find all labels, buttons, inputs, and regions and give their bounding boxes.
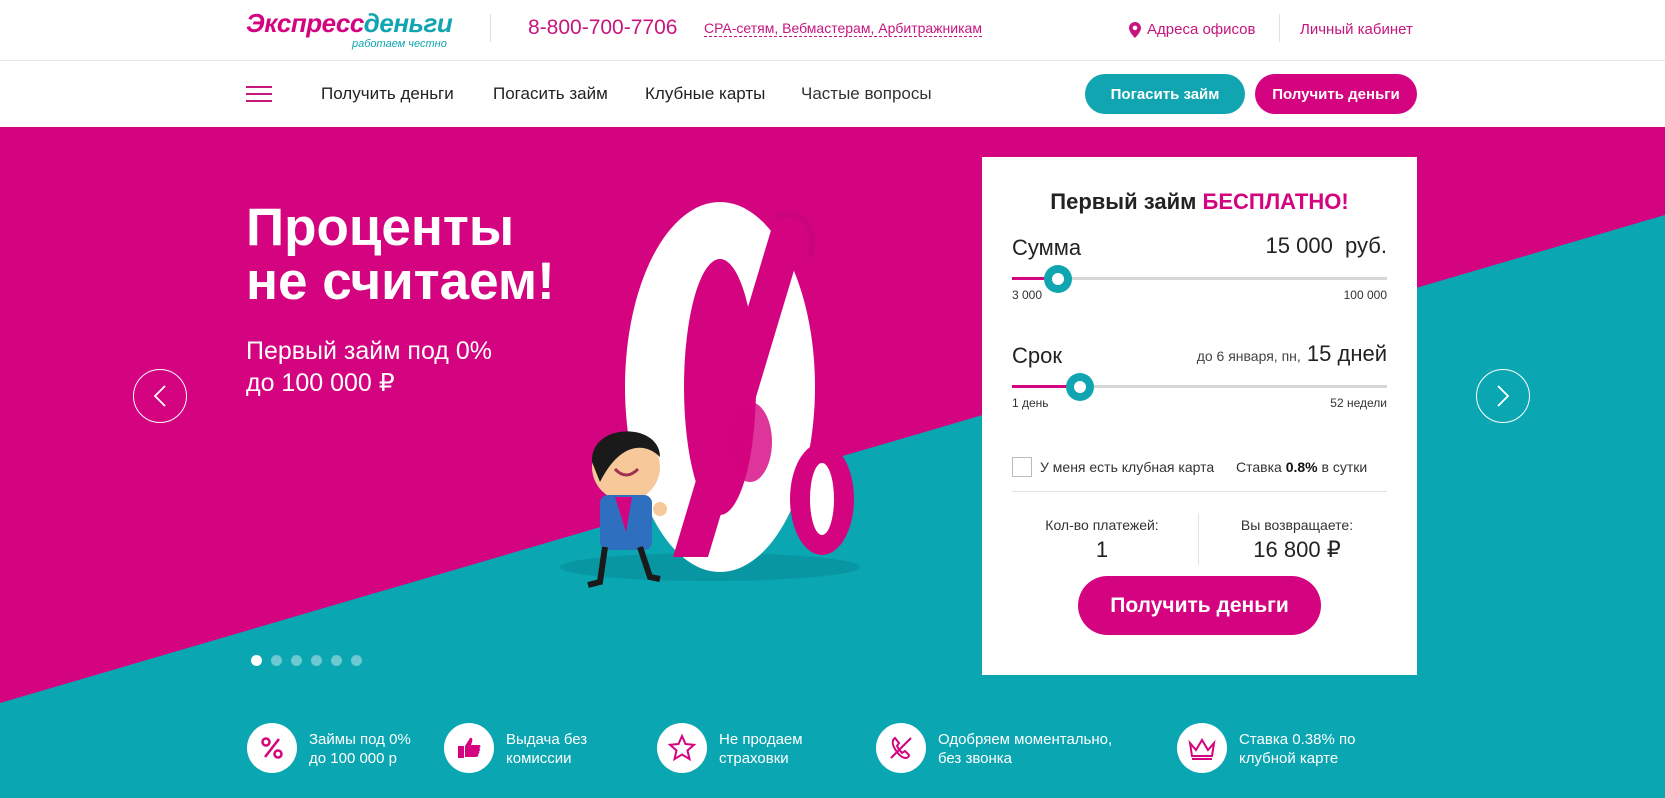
partners-link[interactable]: CPA-сетям, Вебмастерам, Арбитражникам (704, 20, 982, 37)
logo-part1: Экспресс (246, 8, 364, 38)
return-caption: Вы возвращаете: (1240, 517, 1354, 533)
calculator-divider (1012, 491, 1387, 492)
logo-part2: деньги (363, 8, 453, 38)
feature-text: Займы под 0% до 100 000 р (309, 731, 411, 767)
star-icon (657, 723, 707, 773)
term-label: Срок (1012, 343, 1062, 368)
amount-value: 15 000 (1265, 233, 1333, 258)
feature-text: Не продаем страховки (719, 731, 803, 767)
term-slider-handle[interactable] (1065, 373, 1094, 401)
phone-crossed-icon (876, 723, 926, 773)
divider (1279, 14, 1280, 42)
hero-sub-line1: Первый займ под 0% (246, 337, 492, 365)
hero-subheadline: Первый займ под 0% до 100 000 ₽ (246, 335, 492, 399)
feature-item: Не продаем страховки (657, 723, 803, 773)
personal-cabinet-link[interactable]: Личный кабинет (1300, 21, 1413, 38)
nav-item-repay[interactable]: Погасить займ (493, 84, 608, 104)
amount-slider-handle[interactable] (1044, 265, 1073, 293)
feature-item: Выдача без комиссии (444, 723, 587, 773)
amount-unit: руб. (1345, 233, 1387, 258)
loan-calculator: Первый займ БЕСПЛАТНО! Сумма 15 000 руб.… (982, 157, 1417, 675)
daily-rate-text: Ставка 0.8% в сутки (1236, 459, 1367, 475)
calculator-title-highlight: БЕСПЛАТНО! (1202, 189, 1349, 214)
return-value: 16 800 ₽ (1253, 537, 1341, 562)
chevron-left-icon (153, 385, 166, 407)
feature-text: Выдача без комиссии (506, 731, 588, 767)
divider (490, 14, 491, 42)
slider-dot[interactable] (271, 655, 282, 666)
term-slider[interactable] (1012, 373, 1387, 401)
rate-prefix: Ставка (1236, 459, 1286, 475)
map-pin-icon (1129, 21, 1141, 38)
hero-headline: Проценты не считаем! (246, 201, 555, 309)
crown-icon (1177, 723, 1227, 773)
rate-value: 0.8% (1285, 459, 1318, 475)
chevron-right-icon (1497, 385, 1510, 407)
calculator-title-main: Первый займ (1050, 189, 1203, 214)
phone-number[interactable]: 8-800-700-7706 (528, 16, 677, 40)
get-money-button[interactable]: Получить деньги (1255, 74, 1417, 114)
payments-count: Кол-во платежей: 1 (1012, 517, 1192, 563)
term-due-date: до 6 января, пн, (1196, 348, 1301, 364)
slider-dot[interactable] (351, 655, 362, 666)
feature-text: Ставка 0.38% по клубной карте (1239, 731, 1356, 767)
amount-slider[interactable] (1012, 265, 1387, 293)
club-card-checkbox[interactable] (1012, 457, 1032, 477)
next-slide-button[interactable] (1476, 369, 1530, 423)
hero-headline-line2: не считаем! (246, 252, 555, 311)
hero-banner: Проценты не считаем! Первый займ под 0% … (0, 127, 1665, 798)
main-nav: Получить деньги Погасить займ Клубные ка… (0, 61, 1665, 127)
zero-percent-illustration (560, 202, 860, 588)
logo[interactable]: Экспрессденьги работаем честно (246, 8, 456, 54)
prev-slide-button[interactable] (133, 369, 187, 423)
nav-item-club-cards[interactable]: Клубные карты (645, 84, 765, 104)
calculator-get-money-button[interactable]: Получить деньги (1078, 576, 1321, 635)
feature-text: Одобряем моментально, без звонка (938, 731, 1113, 767)
nav-item-faq[interactable]: Частые вопросы (801, 84, 932, 104)
slider-dot[interactable] (331, 655, 342, 666)
feature-item: Ставка 0.38% по клубной карте (1177, 723, 1355, 773)
club-card-label[interactable]: У меня есть клубная карта (1040, 459, 1214, 475)
term-min-label: 1 день (1012, 396, 1049, 410)
repay-loan-button[interactable]: Погасить займ (1085, 74, 1245, 114)
term-max-label: 52 недели (1330, 396, 1387, 410)
top-bar: Экспрессденьги работаем честно 8-800-700… (0, 0, 1665, 61)
return-amount: Вы возвращаете: 16 800 ₽ (1207, 517, 1387, 563)
percent-icon (247, 723, 297, 773)
slider-dot[interactable] (251, 655, 262, 666)
thumbs-up-icon (444, 723, 494, 773)
calculator-title: Первый займ БЕСПЛАТНО! (982, 189, 1417, 215)
slider-pagination (251, 655, 362, 666)
summary-divider (1198, 513, 1199, 565)
hamburger-menu-icon[interactable] (246, 86, 272, 103)
slider-dot[interactable] (311, 655, 322, 666)
hero-sub-line2: до 100 000 ₽ (246, 369, 395, 397)
term-value: 15 дней (1306, 341, 1387, 366)
offices-link[interactable]: Адреса офисов (1129, 21, 1256, 38)
hero-headline-line1: Проценты (246, 198, 515, 257)
offices-label: Адреса офисов (1147, 21, 1256, 38)
amount-value-display: 15 000 руб. (1266, 233, 1387, 259)
payments-value: 1 (1095, 537, 1109, 562)
nav-item-get-money[interactable]: Получить деньги (321, 84, 454, 104)
rate-suffix: в сутки (1317, 459, 1368, 475)
term-value-display: до 6 января, пн, 15 дней (1197, 341, 1387, 367)
feature-item: Одобряем моментально, без звонка (876, 723, 1112, 773)
logo-tagline: работаем честно (352, 38, 447, 50)
amount-label: Сумма (1012, 235, 1082, 260)
slider-dot[interactable] (291, 655, 302, 666)
feature-item: Займы под 0% до 100 000 р (247, 723, 411, 773)
amount-max-label: 100 000 (1343, 288, 1387, 302)
payments-caption: Кол-во платежей: (1045, 517, 1159, 533)
logo-wordmark: Экспрессденьги (246, 8, 453, 39)
amount-min-label: 3 000 (1012, 288, 1043, 302)
